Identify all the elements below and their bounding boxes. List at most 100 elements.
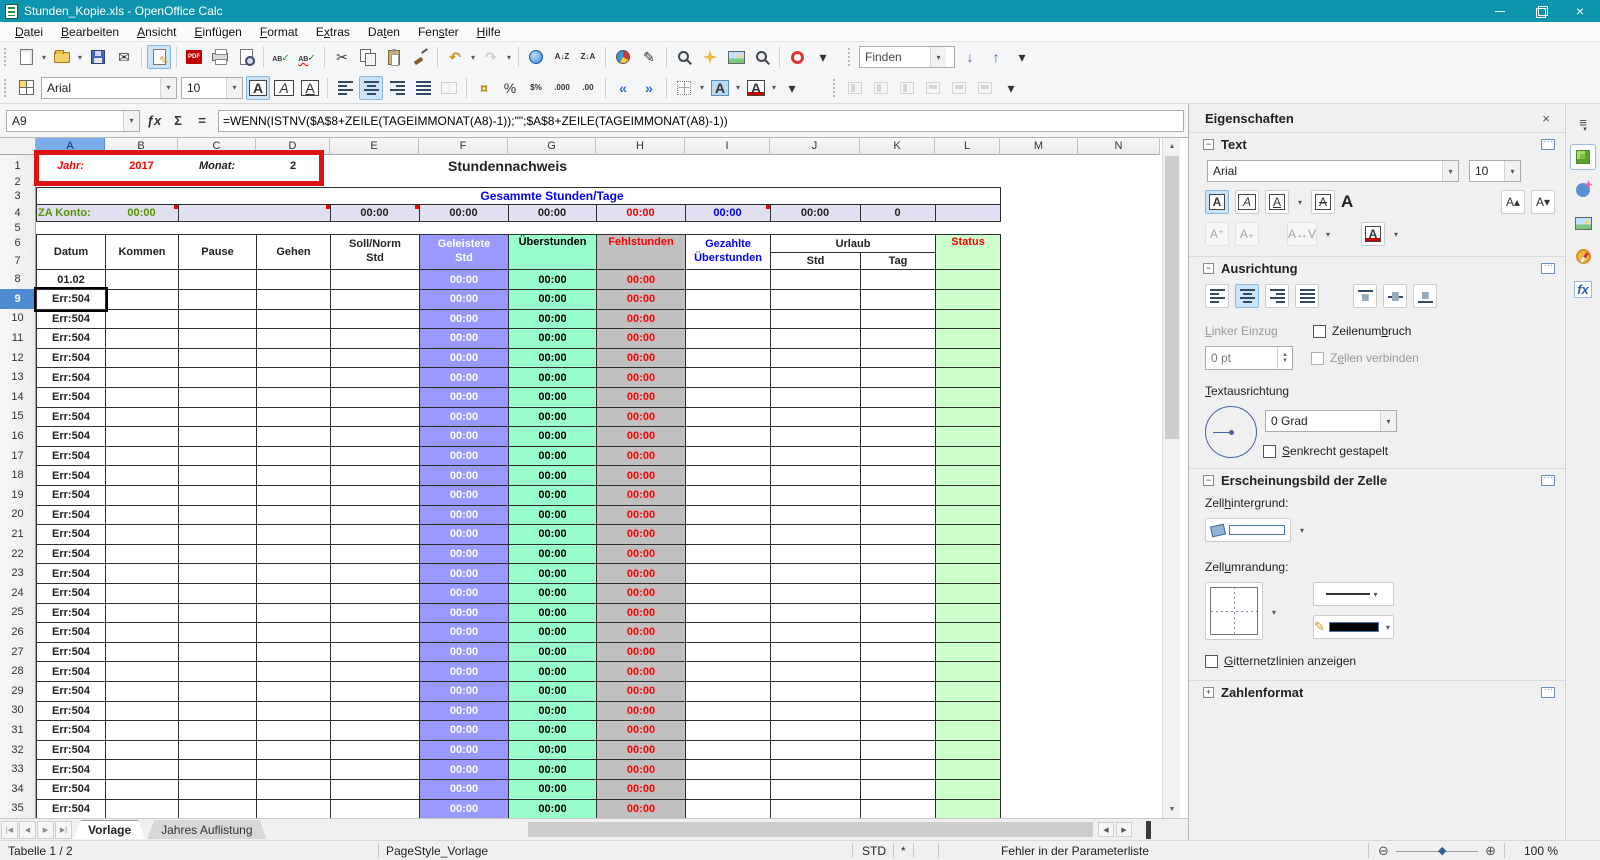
cell-C16[interactable] xyxy=(178,426,257,447)
cell-E11[interactable] xyxy=(330,328,420,349)
edit-file-icon[interactable] xyxy=(147,45,171,69)
row-header-7[interactable]: 7 xyxy=(0,252,36,270)
cell-H14[interactable]: 00:00 xyxy=(596,387,686,408)
cell-H11[interactable]: 00:00 xyxy=(596,328,686,349)
cell-H13[interactable]: 00:00 xyxy=(596,367,686,388)
cell-B25[interactable] xyxy=(105,602,179,624)
cell-J9[interactable] xyxy=(770,289,861,310)
cell-L12[interactable] xyxy=(935,347,1001,369)
spreadsheet-grid[interactable]: A B C D E F G H I J K L M N 1 2 3 4 5 6 7 8 9 10 11 12 13 14 15 16 17 1… xyxy=(0,138,1162,818)
cell-D10[interactable] xyxy=(256,308,331,330)
cell-C20[interactable] xyxy=(178,504,257,526)
column-header-N[interactable]: N xyxy=(1078,138,1160,155)
cell-E14[interactable] xyxy=(330,387,420,408)
sidebar-font-size-combo[interactable]: 10 ▾ xyxy=(1469,160,1521,182)
row-header-29[interactable]: 29 xyxy=(0,681,36,702)
cell-B24[interactable] xyxy=(105,583,179,604)
row-header-33[interactable]: 33 xyxy=(0,759,36,780)
cell-D35[interactable] xyxy=(256,798,331,818)
bold-icon[interactable]: A xyxy=(246,75,270,100)
cell-L16[interactable] xyxy=(935,426,1001,447)
dialog-launcher-icon[interactable] xyxy=(1541,259,1555,274)
cell-J23[interactable] xyxy=(770,563,861,584)
cell-K4[interactable]: 0 xyxy=(860,204,935,221)
row-header-16[interactable]: 16 xyxy=(0,426,36,447)
cell-H32[interactable]: 00:00 xyxy=(596,739,686,761)
cell-A29[interactable]: Err:504 xyxy=(36,681,106,702)
cell-A20[interactable]: Err:504 xyxy=(36,504,106,526)
cell-K9[interactable] xyxy=(860,289,936,310)
cell-I34[interactable] xyxy=(685,779,771,800)
cell-F9[interactable]: 00:00 xyxy=(419,289,509,310)
cell-I10[interactable] xyxy=(685,308,771,330)
cell-C23[interactable] xyxy=(178,563,257,584)
cell-J4[interactable]: 00:00 xyxy=(770,204,860,221)
cell-B20[interactable] xyxy=(105,504,179,526)
cell-D15[interactable] xyxy=(256,406,331,428)
cell-J31[interactable] xyxy=(770,720,861,741)
window-split-handle[interactable] xyxy=(1146,821,1151,839)
cell-G21[interactable]: 00:00 xyxy=(508,524,597,545)
cell-D31[interactable] xyxy=(256,720,331,741)
cell-G18[interactable]: 00:00 xyxy=(508,465,597,486)
cell-K18[interactable] xyxy=(860,465,936,486)
cell-I14[interactable] xyxy=(685,387,771,408)
cell-C12[interactable] xyxy=(178,347,257,369)
hyperlink-icon[interactable] xyxy=(524,45,548,69)
cell-D32[interactable] xyxy=(256,739,331,761)
cell-K16[interactable] xyxy=(860,426,936,447)
cell-G19[interactable]: 00:00 xyxy=(508,485,597,506)
cell-F26[interactable]: 00:00 xyxy=(419,622,509,643)
sidebar-tab-navigator[interactable] xyxy=(1570,243,1596,269)
minimize-button[interactable] xyxy=(1480,0,1520,22)
cell-F4[interactable]: 00:00 xyxy=(419,204,508,221)
column-header-I[interactable]: I xyxy=(685,138,770,155)
cell-D20[interactable] xyxy=(256,504,331,526)
cell-K17[interactable] xyxy=(860,445,936,467)
sidebar-align-justify-button[interactable] xyxy=(1295,284,1319,308)
collapse-icon[interactable]: − xyxy=(1203,139,1214,150)
column-header-J[interactable]: J xyxy=(770,138,860,155)
row-header-1[interactable]: 1 xyxy=(0,155,36,177)
close-button[interactable]: × xyxy=(1560,0,1600,22)
cell-E26[interactable] xyxy=(330,622,420,643)
align-right-icon[interactable] xyxy=(385,76,409,100)
cell-K33[interactable] xyxy=(860,759,936,780)
export-as-pdf-icon[interactable] xyxy=(182,45,206,69)
row-header-27[interactable]: 27 xyxy=(0,641,36,663)
cell-L19[interactable] xyxy=(935,485,1001,506)
header-soll-norm-std[interactable]: Soll/Norm Std xyxy=(330,234,420,270)
cell-F34[interactable]: 00:00 xyxy=(419,779,509,800)
cell-K12[interactable] xyxy=(860,347,936,369)
font-name-combo[interactable]: Arial ▾ xyxy=(41,76,177,99)
cell-J25[interactable] xyxy=(770,602,861,624)
chevron-down-icon[interactable]: ▾ xyxy=(1380,411,1396,431)
cell-A25[interactable]: Err:504 xyxy=(36,602,106,624)
cell-H33[interactable]: 00:00 xyxy=(596,759,686,780)
decrease-indent-icon[interactable]: « xyxy=(611,76,635,100)
menu-daten[interactable]: Daten xyxy=(359,23,409,41)
cell-A15[interactable]: Err:504 xyxy=(36,406,106,428)
cell-J26[interactable] xyxy=(770,622,861,643)
cell-D34[interactable] xyxy=(256,779,331,800)
cell-L28[interactable] xyxy=(935,661,1001,682)
select-all-corner[interactable] xyxy=(0,138,36,155)
cell-I18[interactable] xyxy=(685,465,771,486)
cell-A16[interactable]: Err:504 xyxy=(36,426,106,447)
column-header-K[interactable]: K xyxy=(860,138,935,155)
cell-E35[interactable] xyxy=(330,798,420,818)
cell-I35[interactable] xyxy=(685,798,771,818)
cell-B21[interactable] xyxy=(105,524,179,545)
cell-F35[interactable]: 00:00 xyxy=(419,798,509,818)
cell-G12[interactable]: 00:00 xyxy=(508,347,597,369)
cell-B34[interactable] xyxy=(105,779,179,800)
cell-B4[interactable]: 00:00 xyxy=(105,204,178,221)
cell-A14[interactable]: Err:504 xyxy=(36,387,106,408)
cell-L24[interactable] xyxy=(935,583,1001,604)
cell-A26[interactable]: Err:504 xyxy=(36,622,106,643)
cell-C30[interactable] xyxy=(178,700,257,722)
row-header-28[interactable]: 28 xyxy=(0,661,36,682)
cell-A22[interactable]: Err:504 xyxy=(36,543,106,565)
cell-J32[interactable] xyxy=(770,739,861,761)
cell-B26[interactable] xyxy=(105,622,179,643)
